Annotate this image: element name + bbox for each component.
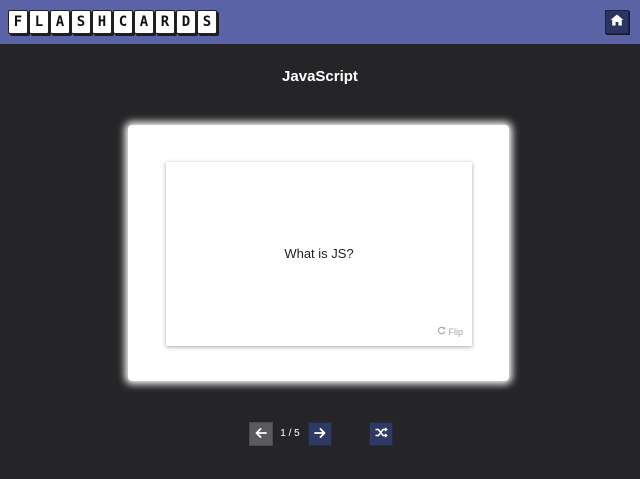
card-counter: 1 / 5	[280, 428, 300, 439]
previous-card-button[interactable]	[249, 422, 273, 446]
shuffle-icon	[375, 425, 388, 443]
flip-button[interactable]: Flip	[437, 326, 463, 337]
app-logo[interactable]: F L A S H C A R D S	[8, 10, 218, 34]
home-icon	[610, 13, 624, 31]
flip-label: Flip	[448, 326, 463, 337]
app-header: F L A S H C A R D S	[0, 0, 640, 44]
home-button[interactable]	[605, 10, 629, 34]
refresh-icon	[437, 326, 446, 337]
next-card-button[interactable]	[308, 422, 332, 446]
arrow-right-icon	[314, 425, 326, 443]
logo-letter-tile: R	[155, 10, 175, 34]
logo-letter-tile: A	[134, 10, 154, 34]
logo-letter-tile: C	[113, 10, 133, 34]
arrow-left-icon	[255, 425, 267, 443]
logo-letter-tile: L	[29, 10, 49, 34]
logo-letter-tile: D	[176, 10, 196, 34]
card-question: What is JS?	[284, 246, 354, 261]
logo-letter-tile: S	[197, 10, 217, 34]
logo-letter-tile: A	[50, 10, 70, 34]
logo-letter-tile: H	[92, 10, 112, 34]
logo-letter-tile: S	[71, 10, 91, 34]
flashcard[interactable]: What is JS? Flip	[166, 162, 472, 346]
logo-letter-tile: F	[8, 10, 28, 34]
shuffle-button[interactable]	[369, 422, 393, 446]
deck-title: JavaScript	[282, 68, 358, 85]
